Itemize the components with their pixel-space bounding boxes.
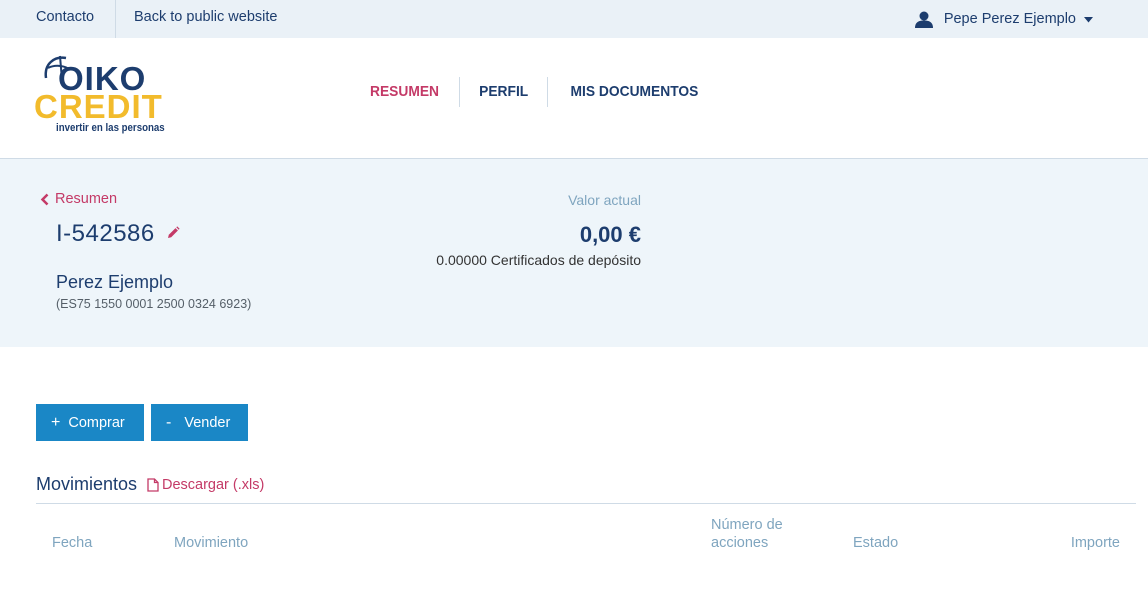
back-to-public-link[interactable]: Back to public website (134, 0, 277, 38)
chevron-left-icon (40, 193, 49, 205)
logo-tagline: invertir en las personas (56, 122, 165, 134)
buy-label: Comprar (68, 414, 125, 431)
movements-divider (36, 503, 1136, 504)
nav-resumen[interactable]: RESUMEN (354, 77, 454, 107)
minus-icon: - (166, 413, 172, 431)
movements-title: Movimientos (36, 474, 138, 494)
sell-button[interactable]: - Vender (151, 404, 248, 441)
nav-divider (547, 77, 549, 107)
account-holder: Perez Ejemplo (56, 272, 174, 292)
certificates-count: 0.00000 Certificados de depósito (436, 252, 641, 268)
column-header-fecha[interactable]: Fecha (52, 534, 92, 552)
column-header-importe[interactable]: Importe (1071, 534, 1120, 552)
back-label: Resumen (55, 191, 118, 207)
user-menu[interactable]: Pepe Perez Ejemplo (914, 0, 1104, 38)
account-id: I-542586 (56, 220, 155, 247)
contact-link[interactable]: Contacto (36, 0, 94, 38)
nav-divider (459, 77, 461, 107)
top-bar-divider (115, 0, 116, 38)
column-header-movimiento[interactable]: Movimiento (174, 534, 248, 552)
account-summary-panel: Resumen I-542586 Perez Ejemplo (ES75 155… (0, 159, 1148, 347)
user-name: Pepe Perez Ejemplo (943, 11, 1076, 27)
column-header-numero-acciones[interactable]: Número de acciones (711, 516, 801, 552)
download-label: Descargar (.xls) (162, 477, 265, 493)
top-bar: Contacto Back to public website Pepe Per… (0, 0, 1148, 38)
current-value-amount: 0,00 € (579, 222, 641, 247)
account-iban: (ES75 1550 0001 2500 0324 6923) (56, 297, 252, 311)
main-header: OIKO CREDIT invertir en las personas RES… (0, 38, 1148, 159)
nav-perfil[interactable]: PERFIL (464, 77, 544, 107)
logo-text-credit: CREDIT (34, 88, 163, 125)
download-xls-link[interactable]: Descargar (.xls) (147, 477, 264, 493)
oikocredit-logo[interactable]: OIKO CREDIT invertir en las personas (32, 52, 182, 140)
pencil-icon[interactable] (166, 226, 180, 240)
caret-down-icon (1084, 16, 1093, 22)
column-header-estado[interactable]: Estado (853, 534, 898, 552)
user-icon (914, 11, 933, 28)
sell-label: Vender (184, 414, 231, 431)
plus-icon: + (51, 413, 61, 431)
file-icon (147, 478, 159, 492)
buy-button[interactable]: + Comprar (36, 404, 144, 441)
nav-mis-documentos[interactable]: MIS DOCUMENTOS (555, 77, 714, 107)
main-nav: RESUMEN PERFIL MIS DOCUMENTOS (350, 77, 721, 107)
back-to-resumen-link[interactable]: Resumen (40, 191, 117, 207)
current-value-label: Valor actual (568, 192, 641, 208)
